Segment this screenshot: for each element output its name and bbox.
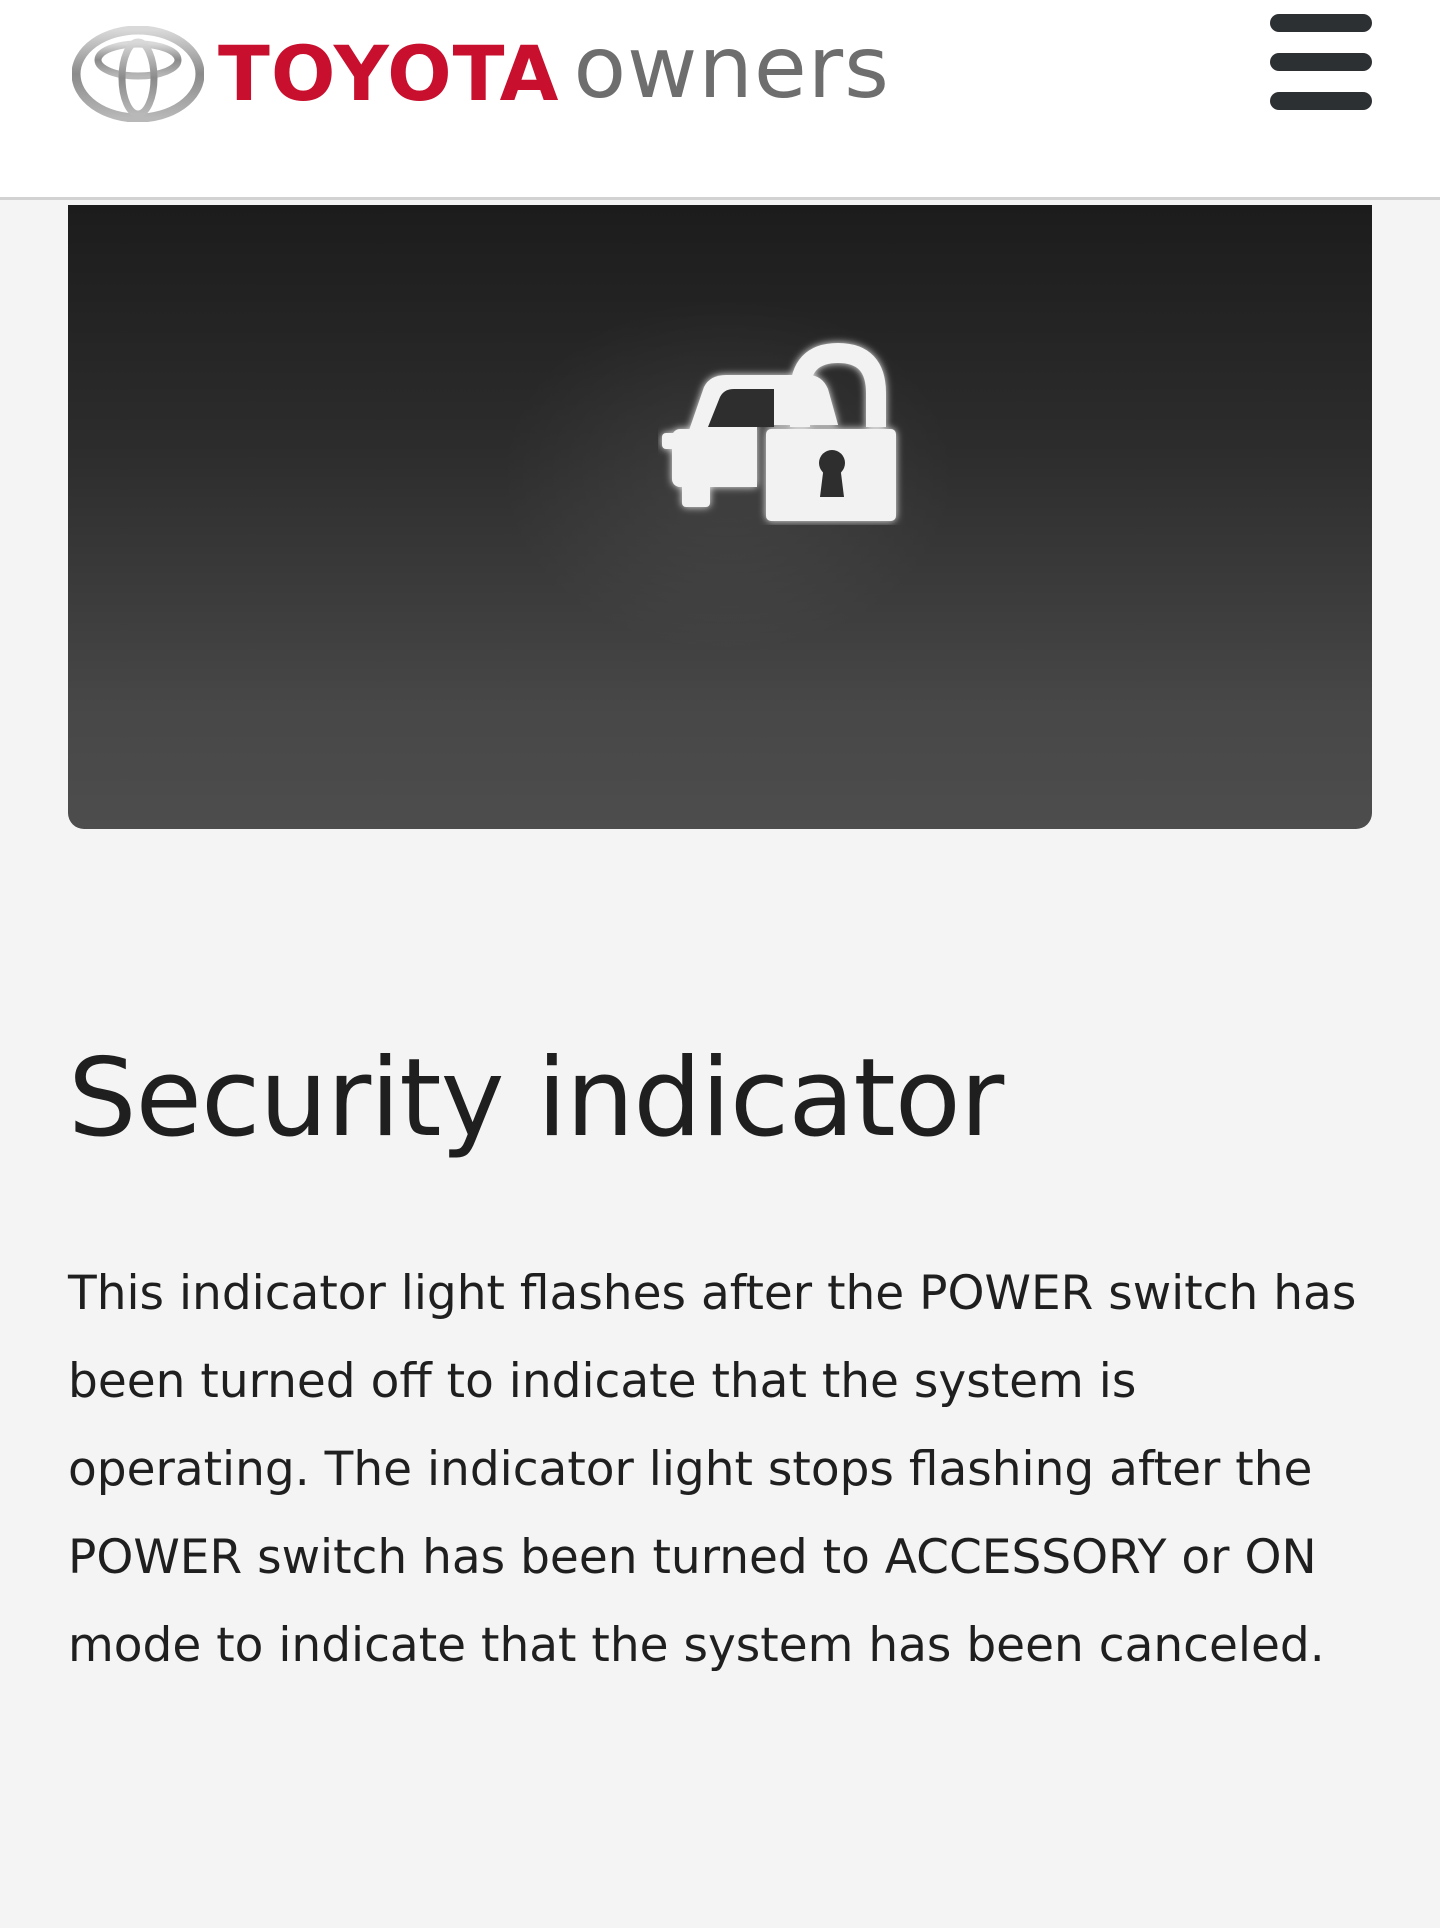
toyota-emblem-icon (72, 26, 204, 122)
menu-bar-bottom (1270, 92, 1372, 110)
hero-indicator-image (68, 205, 1372, 829)
toyota-owners-logo[interactable]: TOYOTA owners (72, 24, 890, 124)
menu-bar-top (1270, 14, 1372, 32)
hamburger-menu-icon (1270, 14, 1372, 110)
hamburger-menu-button[interactable] (1270, 14, 1372, 110)
page-title: Security indicator (68, 1036, 1004, 1161)
security-indicator-car-lock-icon (662, 342, 896, 521)
logo-owners-text: owners (573, 18, 890, 118)
logo-brand-text: TOYOTA (218, 29, 560, 118)
menu-bar-middle (1270, 53, 1372, 71)
site-header: TOYOTA owners (0, 0, 1440, 200)
article-body: This indicator light flashes after the P… (68, 1266, 1357, 1673)
